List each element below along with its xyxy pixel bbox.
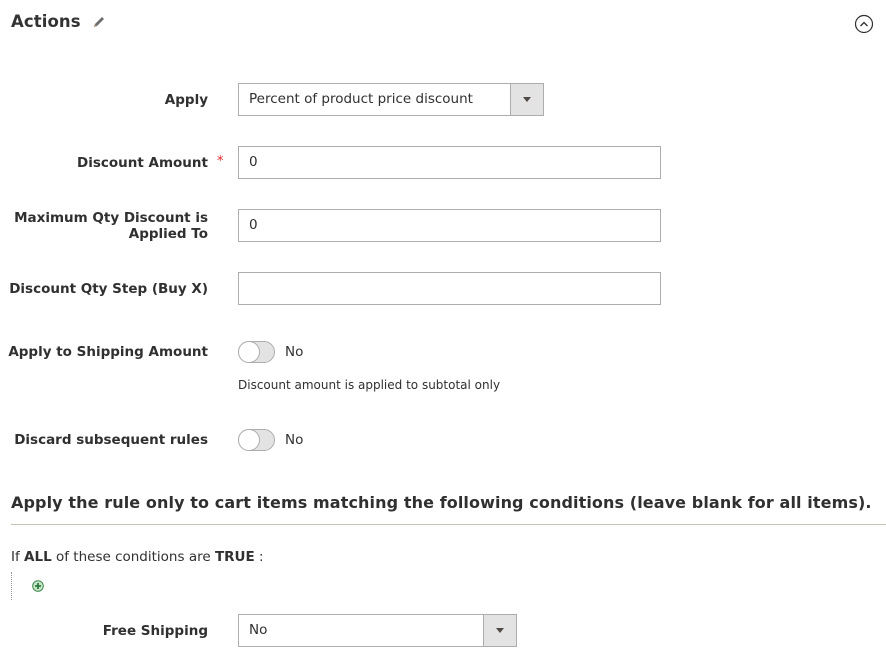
value-link[interactable]: TRUE [215, 549, 255, 565]
apply-shipping-note: Discount amount is applied to subtotal o… [238, 378, 501, 392]
max-qty-label-line2: Applied To [128, 226, 208, 242]
free-shipping-label: Free Shipping [102, 623, 208, 639]
qty-step-input[interactable] [238, 272, 661, 305]
conditions-middle: of these conditions are [55, 549, 211, 565]
apply-select-toggle[interactable] [510, 84, 543, 115]
apply-select-value: Percent of product price discount [249, 91, 473, 107]
caret-down-icon [496, 628, 504, 633]
apply-shipping-label: Apply to Shipping Amount [8, 344, 208, 360]
toggle-knob [238, 429, 260, 451]
discount-amount-label: Discount Amount [77, 155, 208, 171]
divider [11, 524, 886, 525]
required-asterisk: * [217, 154, 224, 169]
discard-rules-state: No [285, 432, 304, 448]
max-qty-input[interactable]: 0 [238, 209, 661, 242]
toggle-knob [238, 341, 260, 363]
section-title: Actions [11, 12, 81, 31]
free-shipping-select-toggle[interactable] [483, 615, 516, 646]
caret-down-icon [523, 97, 531, 102]
apply-shipping-toggle[interactable] [238, 341, 275, 363]
apply-select[interactable]: Percent of product price discount [238, 83, 544, 116]
add-condition-icon[interactable] [32, 580, 44, 592]
aggregator-link[interactable]: ALL [24, 549, 52, 565]
discard-rules-label: Discard subsequent rules [14, 432, 208, 448]
max-qty-label-line1: Maximum Qty Discount is [14, 210, 208, 226]
pencil-icon[interactable] [91, 14, 107, 30]
conditions-sentence: If ALL of these conditions are TRUE : [11, 549, 264, 565]
chevron-up-circle-icon[interactable] [854, 14, 874, 34]
qty-step-label: Discount Qty Step (Buy X) [9, 281, 208, 297]
discard-rules-toggle[interactable] [238, 429, 275, 451]
conditions-tree-line [11, 572, 12, 600]
discount-amount-input[interactable]: 0 [238, 146, 661, 179]
apply-label: Apply [164, 92, 208, 108]
apply-shipping-state: No [285, 344, 304, 360]
max-qty-label: Maximum Qty Discount is Applied To [14, 210, 208, 242]
conditions-suffix: : [254, 549, 264, 565]
free-shipping-select[interactable]: No [238, 614, 517, 647]
conditions-heading: Apply the rule only to cart items matchi… [11, 493, 872, 512]
conditions-prefix: If [11, 549, 20, 565]
free-shipping-value: No [249, 622, 268, 638]
